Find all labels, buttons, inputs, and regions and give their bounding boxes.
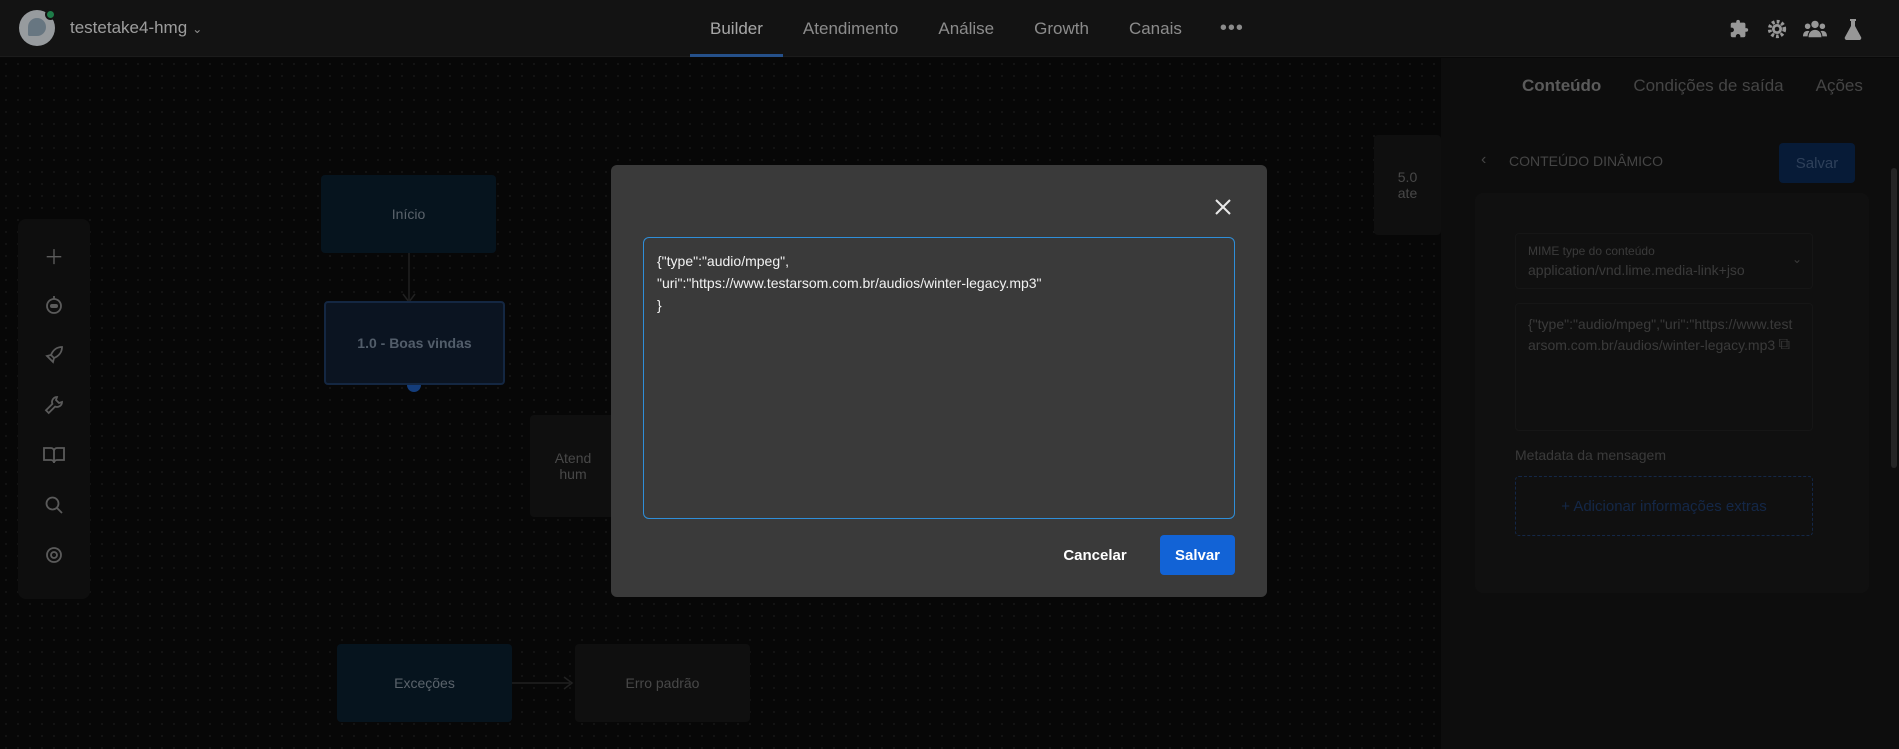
close-icon[interactable] bbox=[1211, 195, 1235, 219]
cancel-button[interactable]: Cancelar bbox=[1055, 535, 1135, 575]
save-button[interactable]: Salvar bbox=[1160, 535, 1235, 575]
content-json-textarea[interactable]: {"type":"audio/mpeg", "uri":"https://www… bbox=[643, 237, 1235, 519]
edit-content-modal: {"type":"audio/mpeg", "uri":"https://www… bbox=[611, 165, 1267, 597]
